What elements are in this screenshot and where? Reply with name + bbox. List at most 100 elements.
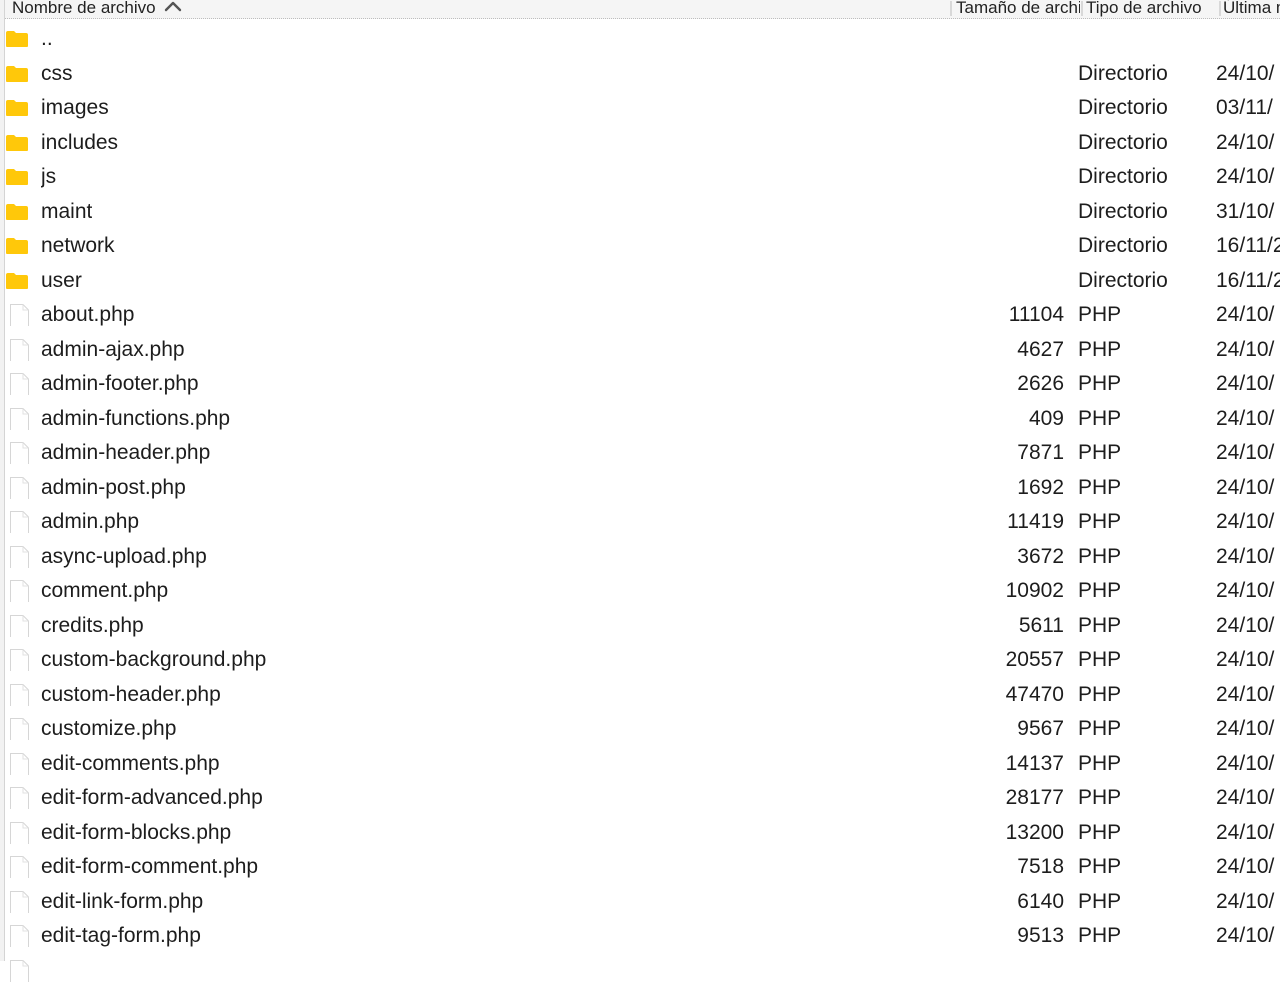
- file-type: PHP: [1078, 574, 1121, 608]
- file-size: 9513: [945, 919, 1064, 953]
- file-size: 1692: [945, 471, 1064, 505]
- file-modified: 24/10/: [1216, 126, 1280, 160]
- folder-row[interactable]: user Directorio 16/11/2: [5, 264, 1280, 299]
- file-name: edit-link-form.php: [41, 885, 203, 919]
- file-row[interactable]: admin-ajax.php 4627 PHP 24/10/: [5, 333, 1280, 368]
- file-row[interactable]: about.php 11104 PHP 24/10/: [5, 298, 1280, 333]
- file-modified: 24/10/: [1216, 333, 1280, 367]
- folder-row[interactable]: js Directorio 24/10/: [5, 160, 1280, 195]
- file-name: admin-ajax.php: [41, 333, 185, 367]
- folder-row[interactable]: images Directorio 03/11/: [5, 91, 1280, 126]
- file-name: admin-functions.php: [41, 402, 230, 436]
- column-divider[interactable]: [1081, 1, 1083, 16]
- column-header-size[interactable]: Tamaño de archivo: [956, 0, 1080, 18]
- file-name: edit-comments.php: [41, 747, 220, 781]
- file-name: custom-background.php: [41, 643, 266, 677]
- file-type: PHP: [1078, 712, 1121, 746]
- file-row[interactable]: edit-link-form.php 6140 PHP 24/10/: [5, 885, 1280, 920]
- folder-icon: [5, 201, 31, 223]
- file-row[interactable]: edit-tag-form.php 9513 PHP 24/10/: [5, 919, 1280, 954]
- file-row[interactable]: custom-header.php 47470 PHP 24/10/: [5, 678, 1280, 713]
- file-icon: [5, 753, 31, 775]
- file-size: 2626: [945, 367, 1064, 401]
- file-icon: [5, 477, 31, 499]
- file-size: 13200: [945, 816, 1064, 850]
- file-row[interactable]: admin-header.php 7871 PHP 24/10/: [5, 436, 1280, 471]
- file-modified: 24/10/: [1216, 850, 1280, 884]
- column-header-modified[interactable]: Última modificación: [1223, 0, 1280, 18]
- file-type: PHP: [1078, 781, 1121, 815]
- folder-row[interactable]: css Directorio 24/10/: [5, 57, 1280, 92]
- file-type: PHP: [1078, 885, 1121, 919]
- file-row[interactable]: edit-comments.php 14137 PHP 24/10/: [5, 747, 1280, 782]
- file-modified: 24/10/: [1216, 57, 1280, 91]
- column-header-name[interactable]: Nombre de archivo: [12, 0, 950, 18]
- file-row[interactable]: comment.php 10902 PHP 24/10/: [5, 574, 1280, 609]
- file-icon: [5, 511, 31, 533]
- file-type: Directorio: [1078, 264, 1168, 298]
- file-modified: 24/10/: [1216, 540, 1280, 574]
- file-type: PHP: [1078, 436, 1121, 470]
- file-name: network: [41, 229, 115, 263]
- file-row[interactable]: credits.php 5611 PHP 24/10/: [5, 609, 1280, 644]
- column-header-type-label: Tipo de archivo: [1086, 0, 1202, 17]
- file-icon: [5, 615, 31, 637]
- folder-row[interactable]: includes Directorio 24/10/: [5, 126, 1280, 161]
- file-size: 4627: [945, 333, 1064, 367]
- file-type: Directorio: [1078, 57, 1168, 91]
- file-name: admin-header.php: [41, 436, 210, 470]
- file-list: .. css Directorio 24/10/ images Director…: [5, 22, 1280, 988]
- file-row[interactable]: admin-functions.php 409 PHP 24/10/: [5, 402, 1280, 437]
- file-row[interactable]: edit-form-advanced.php 28177 PHP 24/10/: [5, 781, 1280, 816]
- file-modified: 24/10/: [1216, 885, 1280, 919]
- file-icon: [5, 718, 31, 740]
- file-type: PHP: [1078, 367, 1121, 401]
- file-row[interactable]: [5, 954, 1280, 988]
- chevron-up-icon: [164, 0, 182, 11]
- file-size: 7518: [945, 850, 1064, 884]
- file-name: ..: [41, 22, 53, 56]
- file-modified: 24/10/: [1216, 712, 1280, 746]
- folder-row[interactable]: network Directorio 16/11/2: [5, 229, 1280, 264]
- column-divider[interactable]: [1219, 1, 1221, 16]
- file-name: edit-form-comment.php: [41, 850, 258, 884]
- file-size: 11104: [945, 298, 1064, 332]
- column-header-bar: Nombre de archivo Tamaño de archivo Tipo…: [5, 0, 1280, 19]
- file-modified: 03/11/: [1216, 91, 1280, 125]
- file-row[interactable]: customize.php 9567 PHP 24/10/: [5, 712, 1280, 747]
- file-size: 28177: [945, 781, 1064, 815]
- file-size: 47470: [945, 678, 1064, 712]
- file-modified: 24/10/: [1216, 919, 1280, 953]
- file-size: 3672: [945, 540, 1064, 574]
- file-modified: 24/10/: [1216, 678, 1280, 712]
- file-type: PHP: [1078, 298, 1121, 332]
- file-modified: 16/11/2: [1216, 264, 1280, 298]
- file-type: Directorio: [1078, 229, 1168, 263]
- file-name: credits.php: [41, 609, 144, 643]
- file-row[interactable]: admin-post.php 1692 PHP 24/10/: [5, 471, 1280, 506]
- file-name: about.php: [41, 298, 134, 332]
- file-row[interactable]: admin.php 11419 PHP 24/10/: [5, 505, 1280, 540]
- file-row[interactable]: custom-background.php 20557 PHP 24/10/: [5, 643, 1280, 678]
- file-name: custom-header.php: [41, 678, 221, 712]
- file-name: includes: [41, 126, 118, 160]
- file-row[interactable]: admin-footer.php 2626 PHP 24/10/: [5, 367, 1280, 402]
- column-header-type[interactable]: Tipo de archivo: [1086, 0, 1220, 18]
- file-modified: 24/10/: [1216, 609, 1280, 643]
- file-name: js: [41, 160, 56, 194]
- file-name: async-upload.php: [41, 540, 207, 574]
- folder-icon: [5, 235, 31, 257]
- file-row[interactable]: async-upload.php 3672 PHP 24/10/: [5, 540, 1280, 575]
- file-type: PHP: [1078, 747, 1121, 781]
- file-icon: [5, 442, 31, 464]
- file-row[interactable]: edit-form-blocks.php 13200 PHP 24/10/: [5, 816, 1280, 851]
- column-divider[interactable]: [950, 1, 952, 16]
- file-modified: 24/10/: [1216, 298, 1280, 332]
- file-modified: 24/10/: [1216, 816, 1280, 850]
- folder-row[interactable]: maint Directorio 31/10/: [5, 195, 1280, 230]
- file-type: Directorio: [1078, 195, 1168, 229]
- folder-row[interactable]: ..: [5, 22, 1280, 57]
- file-type: PHP: [1078, 643, 1121, 677]
- file-row[interactable]: edit-form-comment.php 7518 PHP 24/10/: [5, 850, 1280, 885]
- file-name: admin-post.php: [41, 471, 186, 505]
